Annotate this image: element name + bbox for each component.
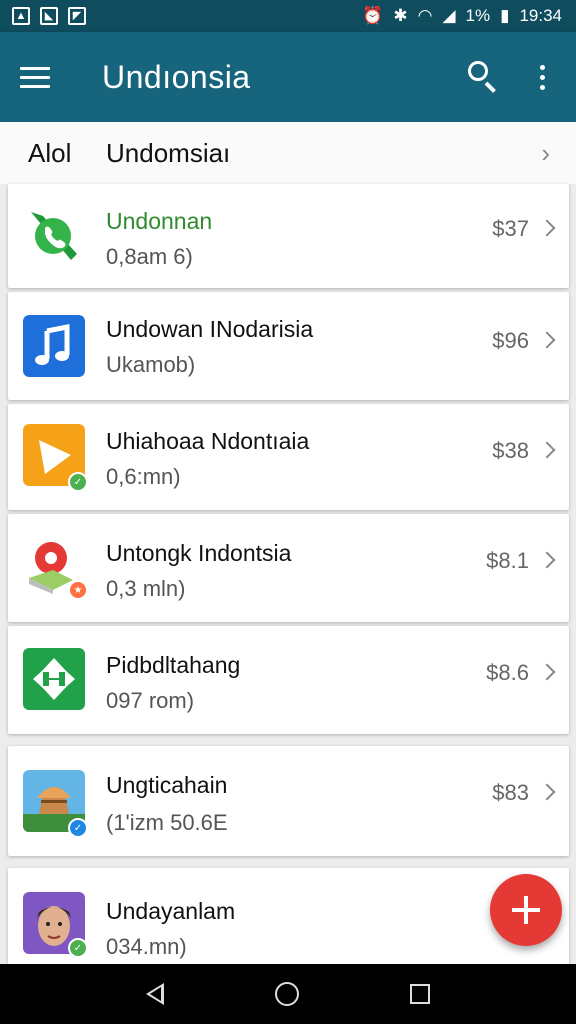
app-bar: Undıonsia [0,32,576,122]
verified-badge-icon: ✓ [68,938,88,958]
app-title: Undıonsia [102,58,251,95]
flame-notification-icon: ▲ [12,7,30,25]
item-price: $37 [492,216,529,241]
item-name: Untongk Indontsia [106,540,292,566]
system-navigation-bar [0,964,576,1024]
item-meta: (1'izm 50.6E [106,810,228,835]
item-name: Undowan INodarisia [106,316,314,342]
item-price: $96 [492,328,529,353]
system-icons: ⏰ ✱ ◠ ◢ 1% ▮ 19:34 [362,6,562,26]
item-price: $8.1 [486,548,529,573]
chevron-right-icon: › [541,137,550,168]
item-meta: Ukamob) [106,352,196,377]
back-icon[interactable] [145,983,164,1005]
item-price: $8.6 [486,660,529,685]
clock: 19:34 [519,6,562,25]
item-name: Undayanlam [106,898,236,924]
status-bar: ▲ ◣ ◤ ⏰ ✱ ◠ ◢ 1% ▮ 19:34 [0,0,576,32]
home-icon[interactable] [274,982,299,1006]
image-notification-icon: ◣ [40,7,58,25]
chevron-right-icon [538,331,556,349]
item-price: $83 [492,780,529,805]
list-item[interactable]: ★ Untongk Indontsia 0,3 mln) $8.1 [8,514,569,622]
flag-notification-icon: ◤ [68,7,86,25]
item-name: Ungticahain [106,772,228,798]
item-meta: 097 rom) [106,688,195,713]
battery-percent: 1% [465,6,491,25]
list-item[interactable]: Undonnan 0,8am 6) $37 [8,184,569,288]
hamburger-menu-icon[interactable] [20,56,62,98]
recent-apps-icon[interactable] [410,984,431,1004]
notification-icons: ▲ ◣ ◤ [12,7,86,25]
item-name: Undonnan [106,208,213,234]
chevron-right-icon [538,219,556,237]
item-name: Uhiahoaa Ndontıaia [106,428,310,454]
category-label: Alol [28,137,72,168]
chevron-right-icon [538,551,556,569]
item-meta: 0,3 mln) [106,576,186,601]
category-title: Undomsiaı [106,137,231,168]
chevron-right-icon [538,663,556,681]
phone-leaf-icon [31,212,77,260]
recycle-arrows-icon [23,648,85,710]
alarm-icon: ⏰ [362,6,384,25]
item-meta: 0,6:mn) [106,464,181,489]
category-header[interactable]: Alol Undomsiaı › [0,122,576,184]
verified-badge-icon: ✓ [68,818,88,838]
item-meta: 034.mn) [106,934,187,959]
signal-icon: ◢ [442,6,456,25]
item-name: Pidbdltahang [106,652,241,678]
item-price: $38 [492,438,529,463]
verified-badge-icon: ✓ [68,472,88,492]
music-note-icon [23,315,85,377]
wifi-icon: ◠ [417,6,433,25]
chevron-right-icon [538,441,556,459]
plus-icon-vertical [524,896,528,924]
chevron-right-icon [538,783,556,801]
search-icon[interactable] [462,55,506,99]
list-item[interactable]: Pidbdltahang 097 rom) $8.6 [8,626,569,734]
list-item[interactable]: Undowan INodarisia Ukamob) $96 [8,292,569,400]
item-meta: 0,8am 6) [106,244,193,269]
list-item[interactable]: ✓ Uhiahoaa Ndontıaia 0,6:mn) $38 [8,404,569,510]
badge-icon: ★ [68,580,88,600]
bluetooth-icon: ✱ [393,6,408,25]
add-fab-button[interactable] [490,874,562,946]
list-item[interactable]: ✓ Ungticahain (1'izm 50.6E $83 [8,746,569,856]
list-item[interactable]: ✓ Undayanlam 034.mn) $ [8,868,569,968]
more-options-icon[interactable] [532,55,552,99]
battery-icon: ▮ [500,6,510,25]
